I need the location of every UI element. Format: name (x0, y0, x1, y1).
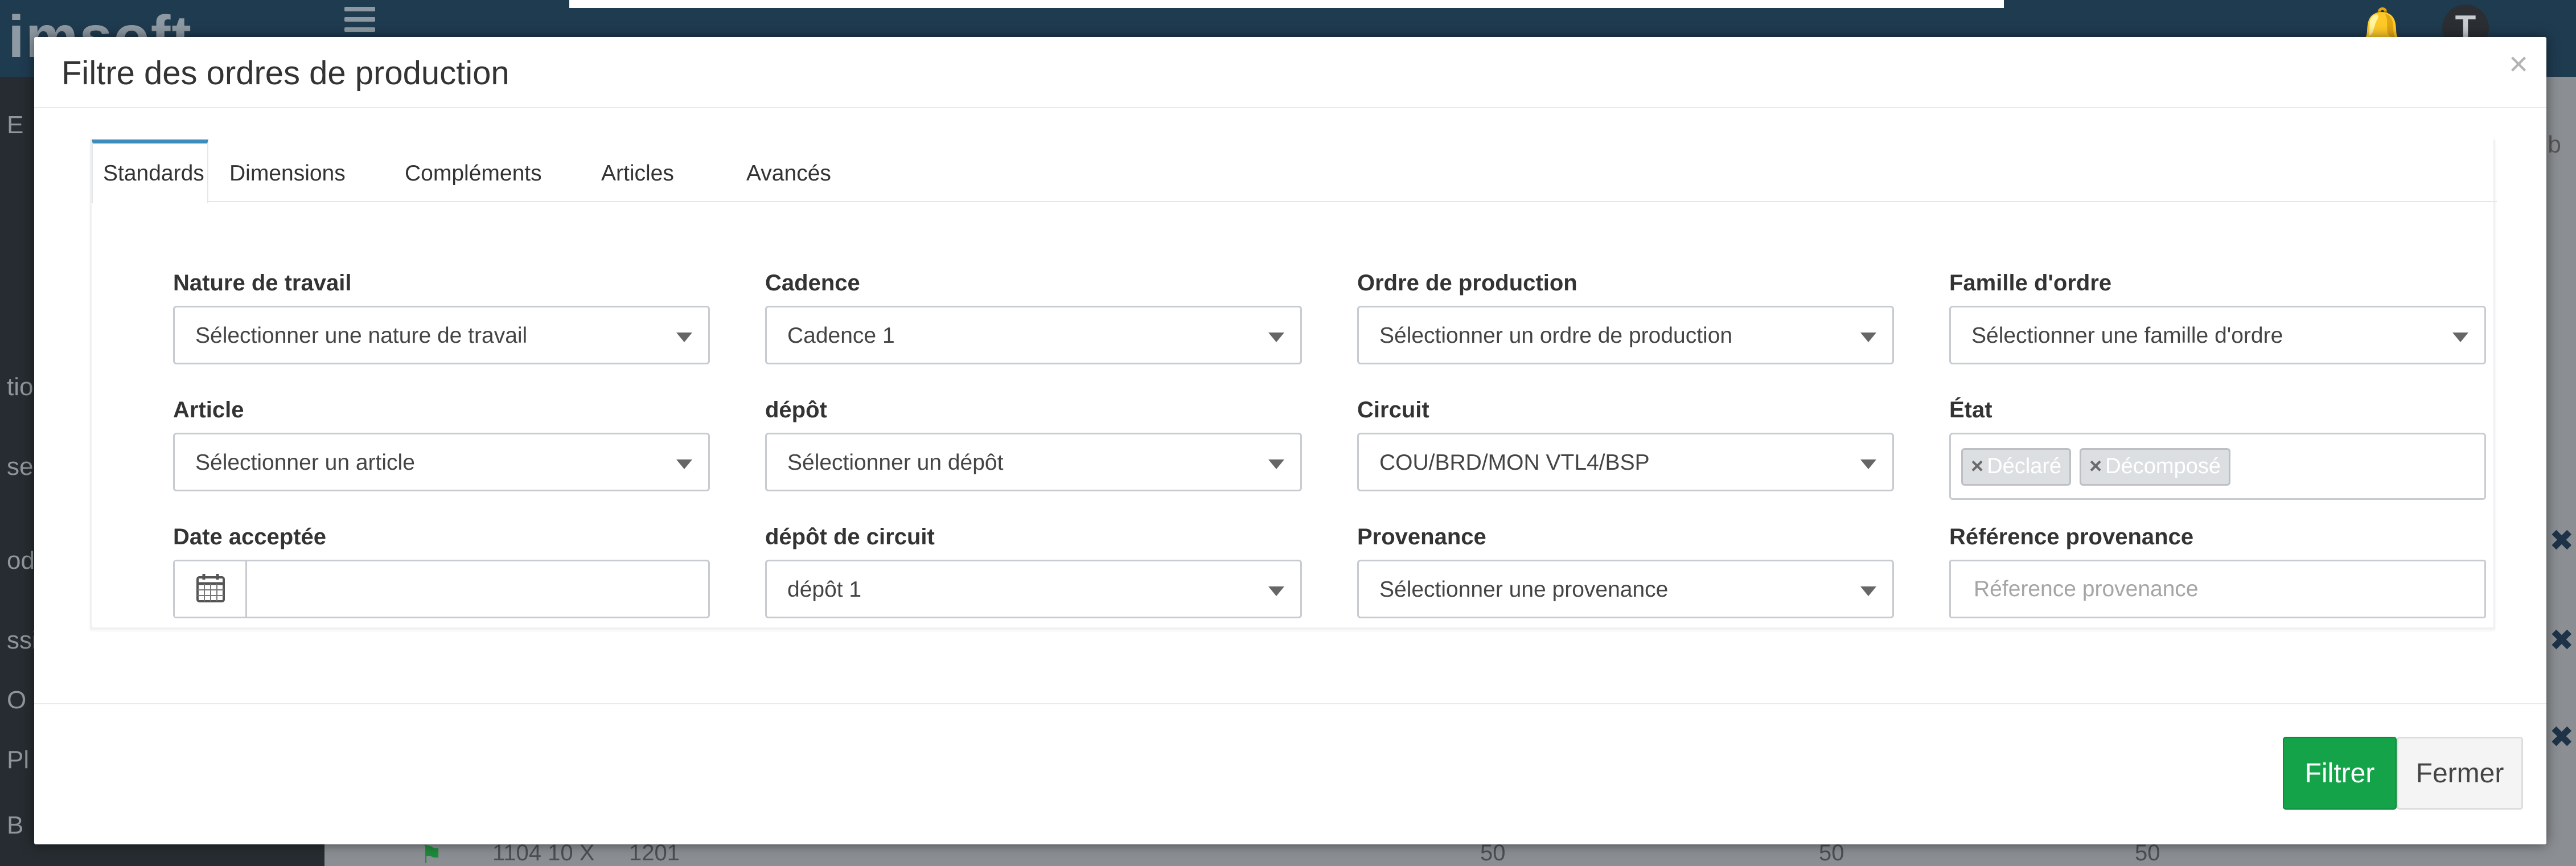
close-icon[interactable]: × (2501, 47, 2536, 81)
depot-select[interactable]: Sélectionner un dépôt (765, 433, 1302, 491)
label-date-acceptee: Date acceptée (173, 524, 327, 549)
label-cadence: Cadence (765, 270, 860, 295)
ordre-production-select[interactable]: Sélectionner un ordre de production (1357, 306, 1894, 364)
delete-icon[interactable]: ✖ (2549, 720, 2574, 754)
sidebar-fragment: O (7, 686, 27, 714)
label-article: Article (173, 397, 244, 422)
select-value: dépôt 1 (787, 577, 862, 602)
circuit-select[interactable]: COU/BRD/MON VTL4/BSP (1357, 433, 1894, 491)
tab-avances[interactable]: Avancés (746, 139, 831, 202)
provenance-select[interactable]: Sélectionner une provenance (1357, 560, 1894, 618)
topbar-highlight (569, 0, 2004, 8)
tab-bar: Standards Dimensions Compléments Article… (92, 139, 2497, 203)
label-circuit: Circuit (1357, 397, 1429, 422)
label-depot-circuit: dépôt de circuit (765, 524, 935, 549)
caret-down-icon (1860, 459, 1876, 469)
label-depot: dépôt (765, 397, 827, 422)
filter-button[interactable]: Filtrer (2283, 737, 2397, 810)
label-reference-provenance: Référence provenance (1949, 524, 2194, 549)
select-value: Cadence 1 (787, 323, 895, 348)
select-value: Sélectionner un dépôt (787, 450, 1004, 475)
delete-icon[interactable]: ✖ (2549, 623, 2574, 658)
tab-standards[interactable]: Standards (92, 139, 208, 203)
caret-down-icon (676, 459, 692, 469)
select-value: Sélectionner une famille d'ordre (1971, 323, 2283, 348)
select-value: Sélectionner un ordre de production (1379, 323, 1733, 348)
modal-footer (34, 703, 2546, 844)
reference-provenance-input[interactable] (1949, 560, 2486, 618)
select-value: Sélectionner une provenance (1379, 577, 1669, 602)
close-button[interactable]: Fermer (2397, 737, 2523, 810)
article-select[interactable]: Sélectionner un article (173, 433, 710, 491)
tag-remove-icon[interactable]: × (2089, 454, 2102, 478)
filter-modal: Filtre des ordres de production × Standa… (34, 37, 2546, 844)
cadence-select[interactable]: Cadence 1 (765, 306, 1302, 364)
sidebar-fragment: E (7, 111, 24, 139)
caret-down-icon (1268, 333, 1284, 342)
tag-remove-icon[interactable]: × (1971, 454, 1983, 478)
caret-down-icon (676, 333, 692, 342)
tag-label: Déclaré (1987, 454, 2062, 478)
select-value: Sélectionner un article (195, 450, 415, 475)
hamburger-menu-icon[interactable] (344, 7, 375, 36)
modal-title: Filtre des ordres de production (61, 55, 510, 92)
etat-tag: × Déclaré (1961, 448, 2072, 486)
select-value: COU/BRD/MON VTL4/BSP (1379, 450, 1650, 475)
etat-tag: × Décomposé (2080, 448, 2230, 486)
caret-down-icon (1268, 459, 1284, 469)
tab-articles[interactable]: Articles (601, 139, 674, 202)
sidebar-fragment: tio (7, 373, 34, 401)
caret-down-icon (1860, 333, 1876, 342)
caret-down-icon (2452, 333, 2468, 342)
label-ordre-production: Ordre de production (1357, 270, 1577, 295)
label-famille-ordre: Famille d'ordre (1949, 270, 2112, 295)
tab-complements[interactable]: Compléments (405, 139, 542, 202)
caret-down-icon (1860, 586, 1876, 596)
label-provenance: Provenance (1357, 524, 1486, 549)
tag-label: Décomposé (2105, 454, 2221, 478)
calendar-icon[interactable] (175, 561, 247, 617)
tab-dimensions[interactable]: Dimensions (229, 139, 346, 202)
sidebar-fragment: B (7, 811, 24, 839)
sidebar-fragment: Pl (7, 746, 30, 774)
delete-icon[interactable]: ✖ (2549, 524, 2574, 558)
caret-down-icon (1268, 586, 1284, 596)
tab-panel: Standards Dimensions Compléments Article… (90, 139, 2497, 629)
date-acceptee-group (173, 560, 710, 618)
famille-ordre-select[interactable]: Sélectionner une famille d'ordre (1949, 306, 2486, 364)
date-acceptee-input[interactable] (249, 561, 708, 617)
nature-travail-select[interactable]: Sélectionner une nature de travail (173, 306, 710, 364)
etat-multiselect[interactable]: × Déclaré × Décomposé (1949, 433, 2486, 500)
label-etat: État (1949, 397, 1992, 422)
modal-header: Filtre des ordres de production × (34, 37, 2546, 108)
select-value: Sélectionner une nature de travail (195, 323, 528, 348)
label-nature-travail: Nature de travail (173, 270, 352, 295)
depot-circuit-select[interactable]: dépôt 1 (765, 560, 1302, 618)
